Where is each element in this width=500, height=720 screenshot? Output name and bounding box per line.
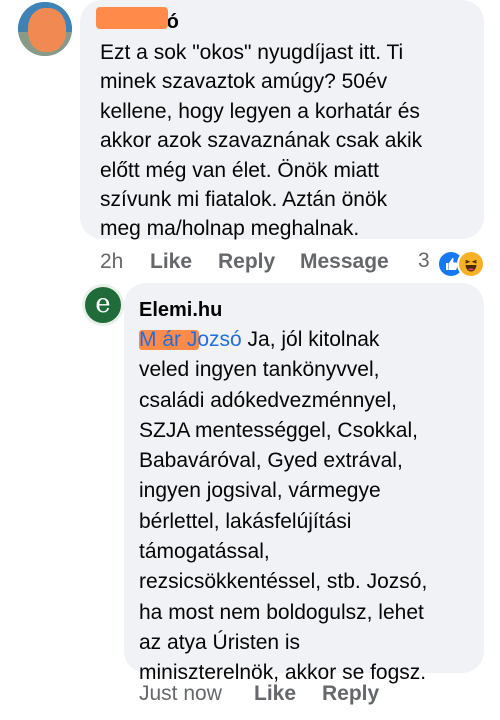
reply-author-name[interactable]: Elemi.hu	[139, 298, 222, 322]
like-button[interactable]: Like	[150, 249, 192, 275]
elemi-avatar[interactable]: e	[82, 284, 124, 326]
avatar-redaction	[28, 8, 66, 52]
reply-reply-button[interactable]: Reply	[322, 681, 379, 707]
elemi-logo-icon: e	[95, 289, 111, 319]
comment-timestamp[interactable]: 2h	[100, 249, 123, 275]
reply-button[interactable]: Reply	[218, 249, 275, 275]
reply-like-button[interactable]: Like	[254, 681, 296, 707]
mention-link[interactable]: M ár Jozsó	[139, 328, 242, 351]
commenter-avatar[interactable]	[18, 2, 72, 56]
name-redaction	[96, 7, 168, 29]
comment-text: Ezt a sok "okos" nyugdíjast itt. Ti mine…	[100, 41, 423, 241]
haha-icon	[457, 250, 485, 278]
reply-timestamp[interactable]: Just now	[139, 681, 222, 707]
reply-text-block: M ár Jozsó Ja, jól kitolnak veled ingyen…	[139, 325, 475, 689]
reply-text: Ja, jól kitolnak veled ingyen tankönyvve…	[139, 328, 428, 685]
message-button[interactable]: Message	[300, 249, 389, 275]
reaction-count[interactable]: 3	[418, 249, 430, 273]
